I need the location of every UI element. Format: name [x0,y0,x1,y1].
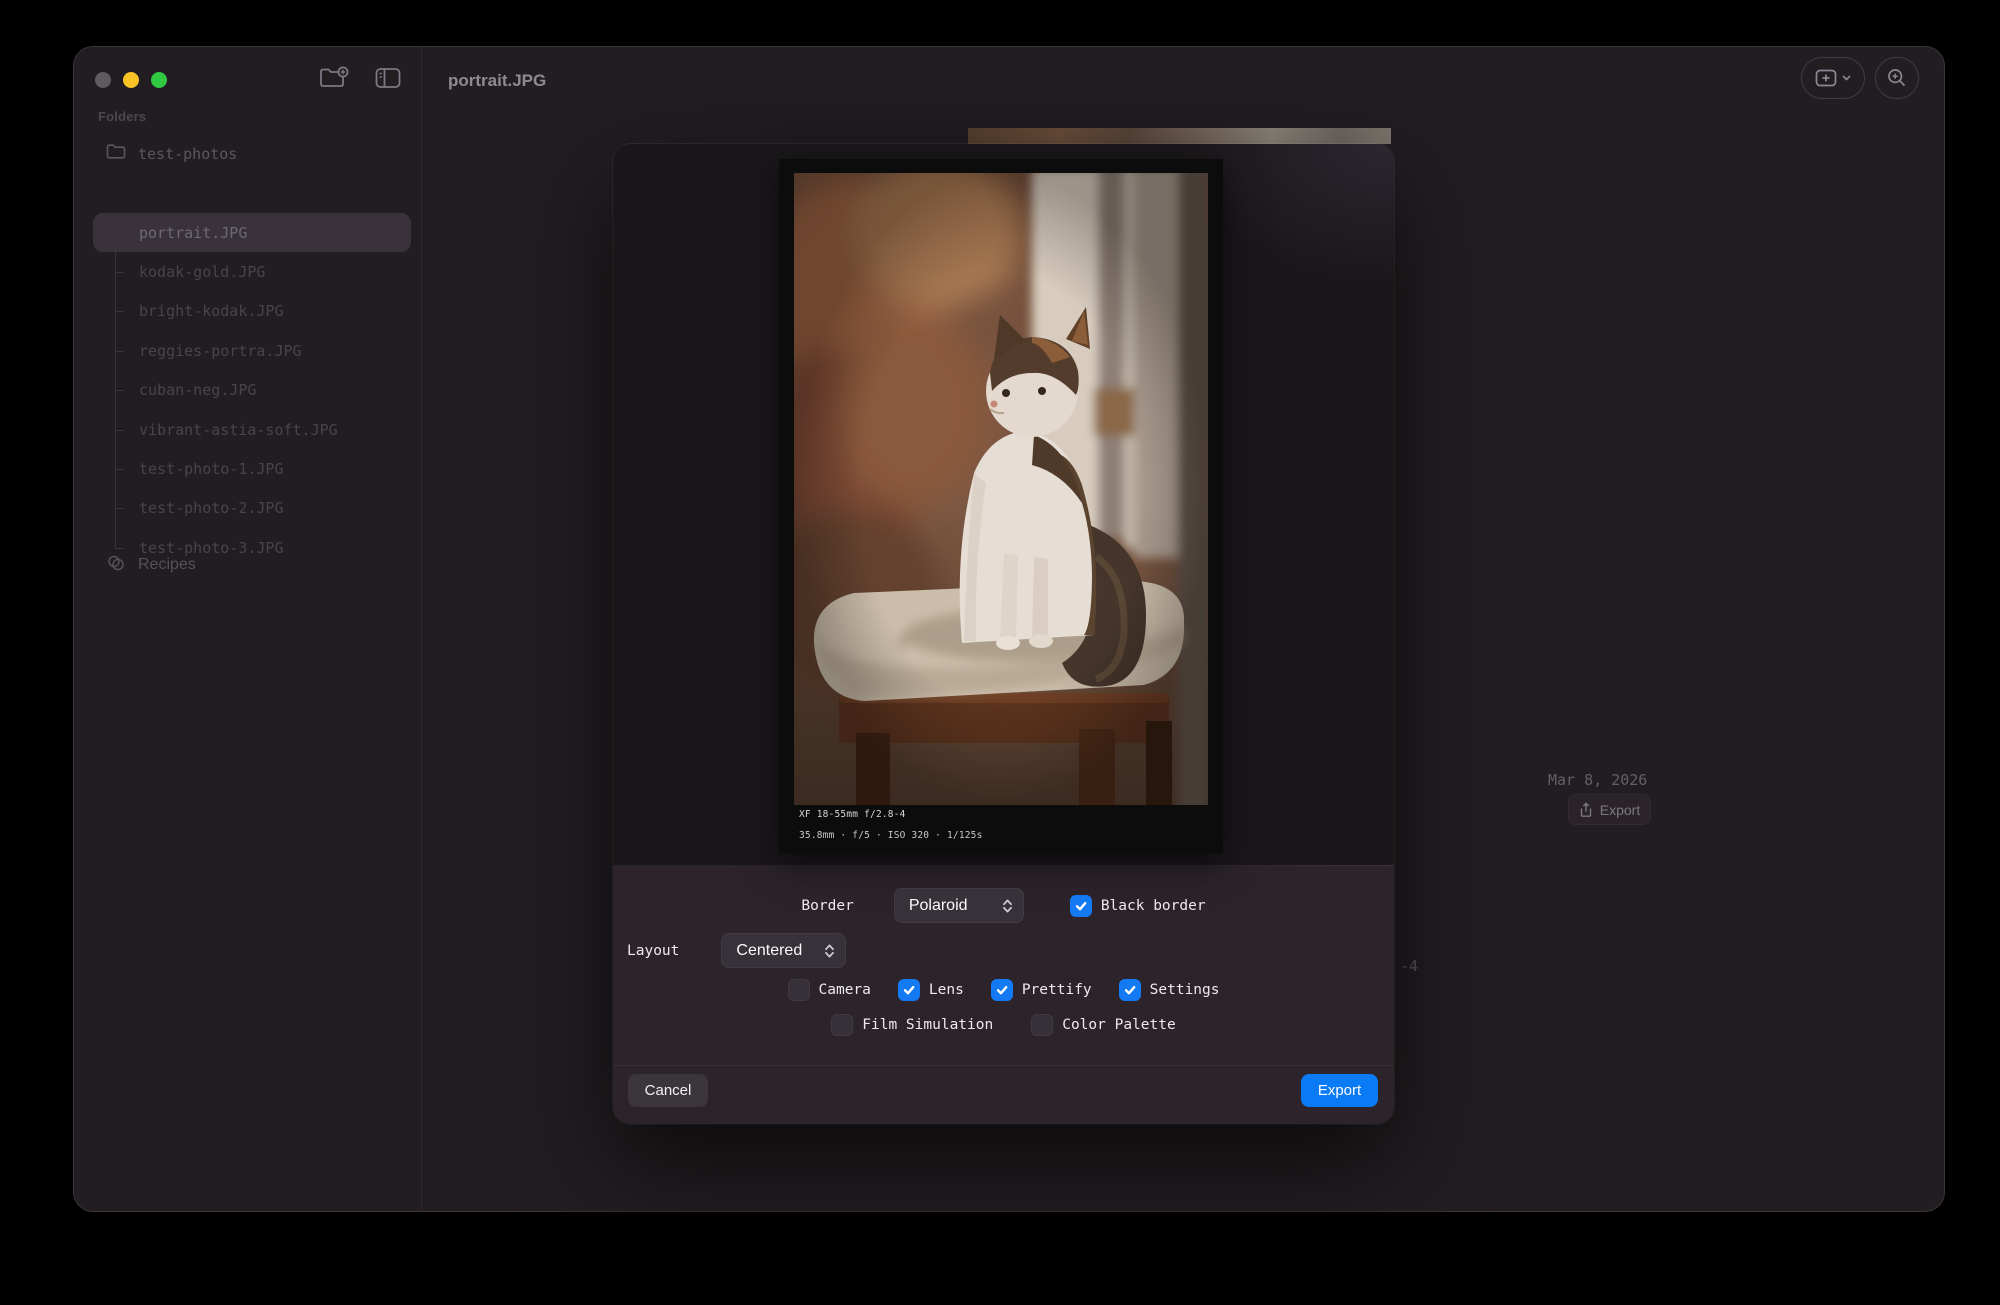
select-chevrons-icon [825,944,835,957]
tree-connector [106,409,126,450]
sidebar-file-row[interactable]: test-photo-2.JPG [93,488,411,529]
background-export-label: Export [1599,801,1641,818]
toggle-checkbox[interactable]: Film Simulation [831,1014,993,1036]
layout-select[interactable]: Centered [721,933,847,968]
tree-connector [106,370,126,411]
checkbox-box [990,979,1013,1001]
toggle-checkbox[interactable]: Prettify [990,979,1092,1001]
toggle-checkbox[interactable]: Camera [787,979,871,1001]
clipped-background-text: -4 [1400,957,1419,975]
photo-date: Mar 8, 2026 [1548,771,1648,789]
checkbox-box [831,1014,854,1036]
border-select-value: Polaroid [908,896,968,914]
maximize-button[interactable] [151,72,167,88]
window-title: portrait.JPG [448,71,547,90]
tree-connector [106,331,126,371]
export-preview-panel: XF 18-55mm f/2.8-4 35.8mm · f/5 · ISO 32… [613,144,1394,866]
check-icon [1124,986,1136,995]
recipes-icon [106,553,126,578]
photo-vignette [794,173,1208,805]
background-photo-strip [968,128,1391,144]
file-name: portrait.JPG [139,223,248,242]
folder-name: test-photos [138,145,238,163]
checkbox-box [1118,979,1141,1001]
sidebar-file-row[interactable]: portrait.JPG [93,213,411,253]
folders-section-label: Folders [98,109,147,124]
sidebar-file-row[interactable]: bright-kodak.JPG [93,291,411,332]
layout-label: Layout [627,942,680,959]
tree-connector [106,252,126,293]
sidebar-toggle-icon[interactable] [375,67,401,89]
border-row: Border Polaroid Black border [613,888,1394,923]
photo-preview [794,173,1208,805]
exif-lens-line: XF 18-55mm f/2.8-4 [799,809,906,820]
layout-select-value: Centered [736,941,803,959]
checkbox-label: Color Palette [1062,1017,1176,1033]
add-menu-button[interactable] [1801,57,1865,99]
zoom-button[interactable] [1875,57,1919,99]
checkbox-label: Film Simulation [862,1017,994,1033]
tree-connector [106,449,126,490]
file-name: test-photo-1.JPG [139,460,284,479]
extra-toggles-row: Film Simulation Color Palette [613,1013,1394,1037]
share-icon [1580,801,1591,817]
minimize-button[interactable] [123,72,139,88]
black-border-label: Black border [1100,897,1206,914]
file-name: bright-kodak.JPG [139,302,284,321]
sidebar-folder-test-photos[interactable]: test-photos [93,135,411,173]
check-icon [903,986,915,995]
recipes-label: Recipes [138,556,196,573]
checkbox-box [1031,1014,1054,1036]
checkbox-label: Camera [818,982,871,998]
screen: Folders test-photos portrait.JPG kodak-g… [0,0,2000,1305]
sidebar-file-row[interactable]: test-photo-1.JPG [93,449,411,490]
chevron-down-icon [1842,75,1851,81]
new-folder-icon[interactable] [319,65,349,91]
file-name: test-photo-2.JPG [139,499,284,518]
check-icon [1075,901,1087,910]
file-list: portrait.JPG kodak-gold.JPG bright-kodak… [93,213,411,568]
sidebar-file-row[interactable]: reggies-portra.JPG [93,331,411,371]
background-export-button[interactable]: Export [1568,794,1651,825]
check-icon [996,986,1008,995]
toggle-checkbox[interactable]: Settings [1118,979,1220,1001]
layout-row: Layout Centered [613,933,1394,968]
sidebar-item-recipes[interactable]: Recipes [93,546,411,584]
checkbox-label: Prettify [1021,982,1092,998]
black-border-checkbox[interactable]: Black border [1069,894,1206,917]
checkbox-box [897,979,920,1001]
checkbox-box [1069,894,1092,917]
checkbox-label: Settings [1149,982,1220,998]
file-name: kodak-gold.JPG [139,263,266,282]
toggle-checkbox[interactable]: Lens [897,979,964,1001]
folder-icon [106,143,126,165]
tree-connector [106,488,126,529]
cancel-button[interactable]: Cancel [628,1074,708,1107]
file-name: reggies-portra.JPG [139,341,302,360]
tree-connector [106,291,126,332]
sidebar-file-row[interactable]: vibrant-astia-soft.JPG [93,409,411,450]
tree-connector [106,213,126,253]
select-chevrons-icon [1002,899,1012,912]
sidebar-file-row[interactable]: cuban-neg.JPG [93,370,411,411]
sidebar-file-row[interactable]: kodak-gold.JPG [93,252,411,293]
traffic-lights [95,72,167,88]
border-select[interactable]: Polaroid [893,888,1024,923]
polaroid-frame: XF 18-55mm f/2.8-4 35.8mm · f/5 · ISO 32… [779,159,1223,853]
exif-settings-line: 35.8mm · f/5 · ISO 320 · 1/125s [799,830,983,841]
close-button[interactable] [95,72,111,88]
checkbox-box [787,979,810,1001]
dialog-footer: Cancel Export [613,1065,1394,1124]
border-label: Border [801,897,854,914]
toggle-checkbox[interactable]: Color Palette [1031,1014,1176,1036]
export-dialog: XF 18-55mm f/2.8-4 35.8mm · f/5 · ISO 32… [613,144,1394,1124]
zoom-in-icon [1888,69,1906,87]
export-button[interactable]: Export [1301,1074,1378,1107]
checkbox-label: Lens [928,982,964,998]
app-window: Folders test-photos portrait.JPG kodak-g… [73,46,1945,1212]
sidebar: Folders test-photos portrait.JPG kodak-g… [74,47,422,1211]
file-name: cuban-neg.JPG [139,381,257,400]
meta-toggles-row: Camera Lens Prettify Settings [613,978,1394,1002]
file-name: vibrant-astia-soft.JPG [139,420,338,439]
